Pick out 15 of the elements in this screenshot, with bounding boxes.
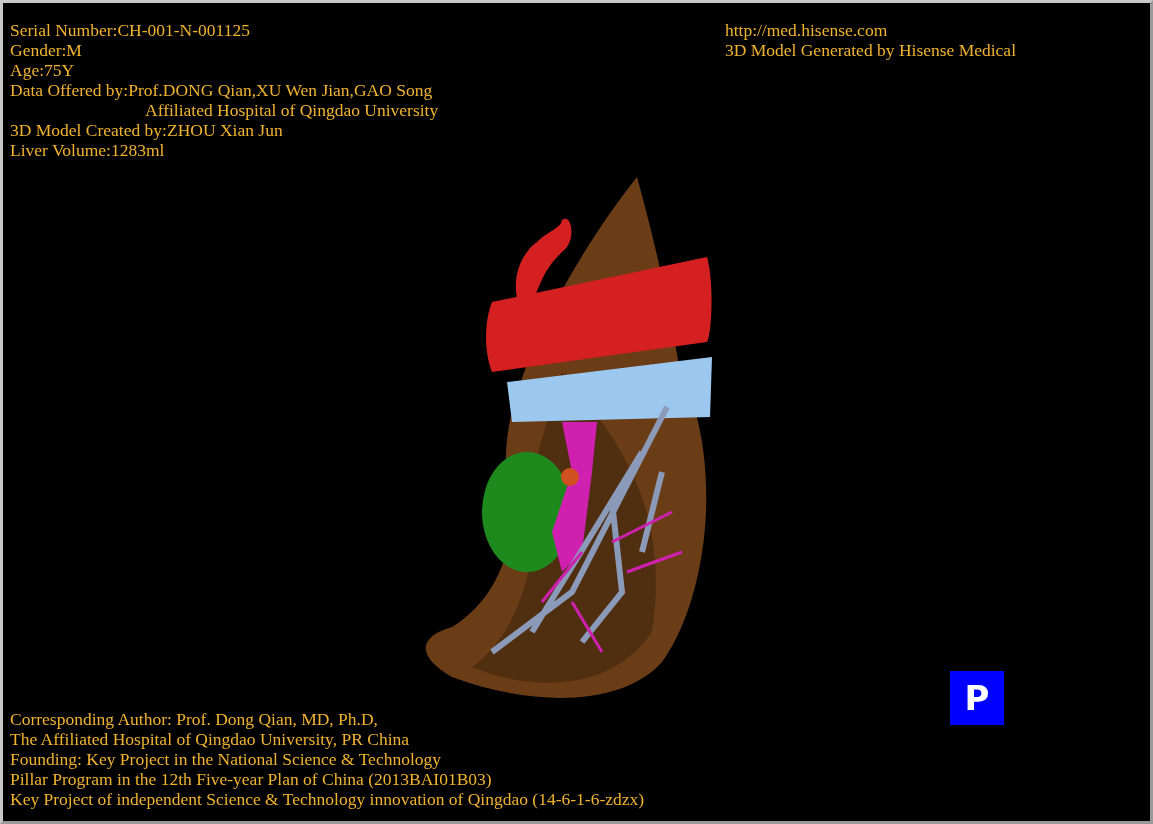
orientation-marker: P (950, 671, 1004, 725)
info-text: Age:75Y (10, 60, 76, 80)
info-text: 3D Model Generated by Hisense Medical (724, 40, 1016, 60)
info-text: Data Offered by:Prof.DONG Qian,XU Wen Jian,GAO Song (10, 80, 434, 100)
info-text: Gender:M (10, 40, 83, 60)
info-text: Liver Volume:1283ml (10, 140, 166, 160)
credit-text: The Affiliated Hospital of Qingdao University, PR China (10, 729, 411, 749)
credit-text: Corresponding Author: Prof. Dong Qian, MD, Ph.D, (10, 709, 379, 729)
info-text: Serial Number:CH-001-N-001125 (10, 20, 251, 40)
info-text: http://med.hisense.com (724, 20, 889, 40)
info-text: 3D Model Created by:ZHOU Xian Jun (10, 120, 284, 140)
credit-text: Pillar Program in the 12th Five-year Plan of China (2013BAI01B03) (10, 769, 493, 789)
info-text: Affiliated Hospital of Qingdao University (144, 100, 439, 120)
credit-text: Founding: Key Project in the National Science & Technology (10, 749, 442, 769)
credit-text: Key Project of independent Science & Technology innovation of Qingdao (14-6-1-6-zdzx) (10, 789, 646, 809)
